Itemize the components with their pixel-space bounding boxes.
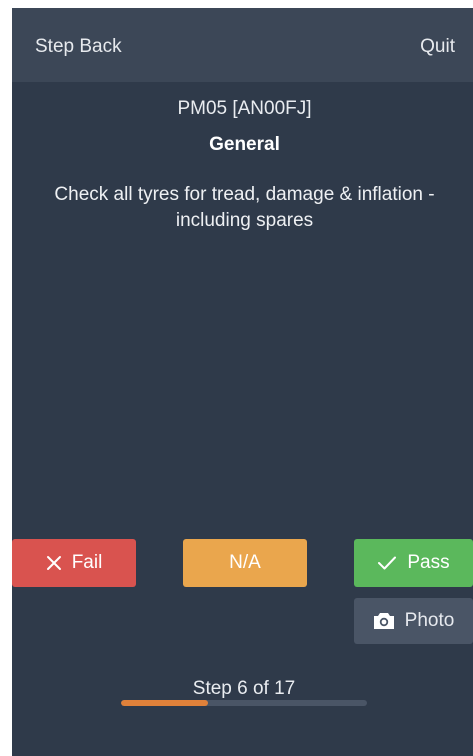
step-back-button[interactable]: Step Back xyxy=(35,36,122,58)
step-counter: Step 6 of 17 xyxy=(192,678,296,699)
camera-icon xyxy=(373,612,395,630)
na-button[interactable]: N/A xyxy=(183,539,307,587)
top-navigation-bar: Step Back Quit xyxy=(12,8,473,82)
photo-button-label: Photo xyxy=(404,610,455,631)
progress-bar xyxy=(121,700,367,706)
fail-button[interactable]: Fail xyxy=(12,539,136,587)
progress-bar-fill xyxy=(121,700,208,706)
fail-button-label: Fail xyxy=(71,552,103,573)
section-title: General xyxy=(209,134,280,155)
pass-button[interactable]: Pass xyxy=(354,539,473,587)
quit-button[interactable]: Quit xyxy=(420,36,455,58)
photo-button[interactable]: Photo xyxy=(354,598,473,644)
app-screen: Step Back Quit PM05 [AN00FJ] General Che… xyxy=(12,8,473,756)
check-instruction: Check all tyres for tread, damage & infl… xyxy=(54,184,435,231)
inspection-code: PM05 [AN00FJ] xyxy=(177,98,312,119)
check-icon xyxy=(377,555,397,571)
pass-button-label: Pass xyxy=(407,552,450,573)
close-icon xyxy=(46,555,62,571)
na-button-label: N/A xyxy=(229,552,261,573)
